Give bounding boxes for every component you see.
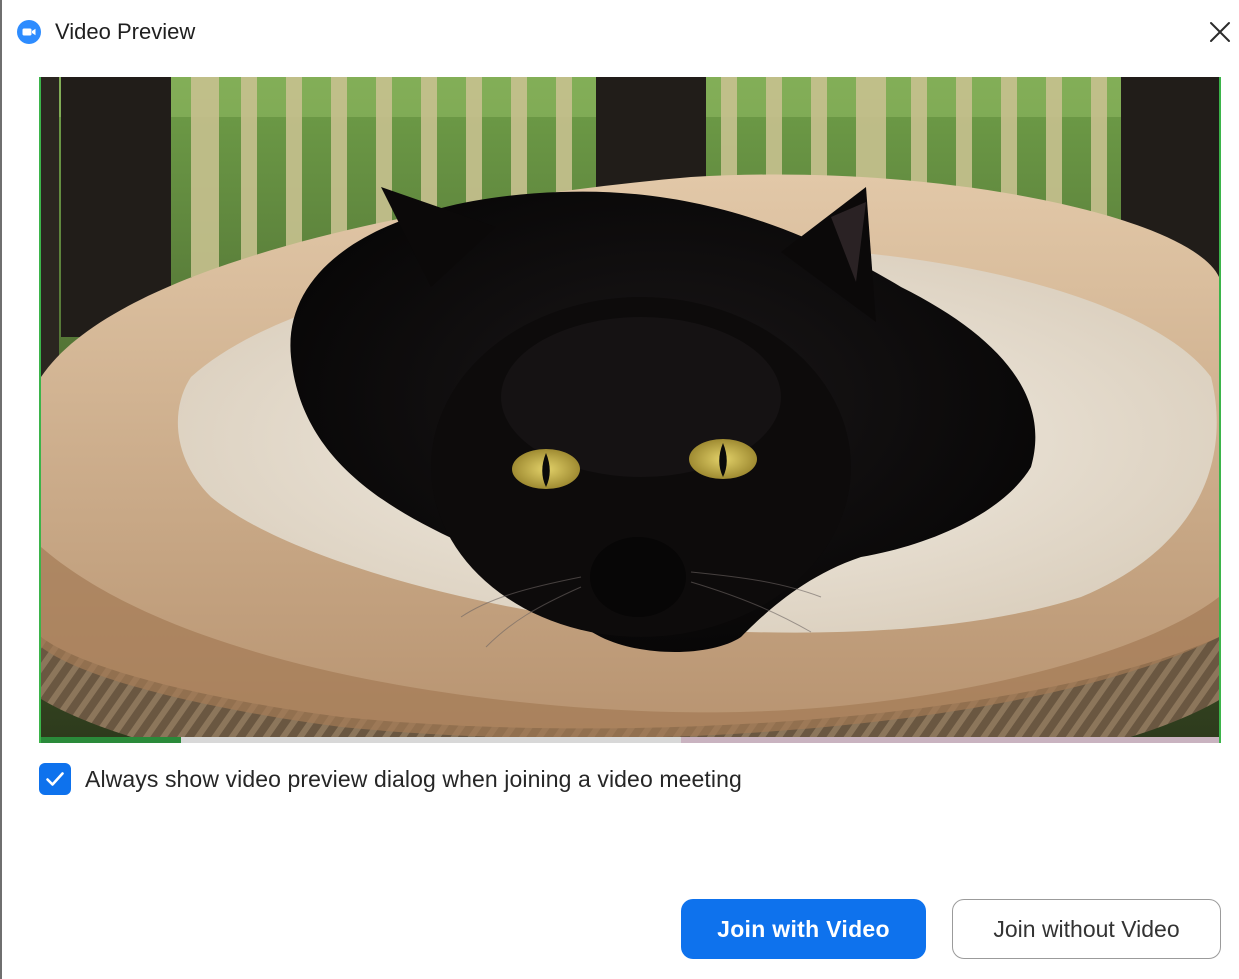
checkmark-icon bbox=[46, 772, 64, 786]
close-icon bbox=[1210, 22, 1230, 42]
join-without-video-button[interactable]: Join without Video bbox=[952, 899, 1221, 959]
video-preview-dialog: Video Preview Always show video preview … bbox=[0, 0, 1239, 979]
always-show-preview-checkbox[interactable] bbox=[39, 763, 71, 795]
window-left-border bbox=[0, 0, 2, 979]
always-show-preview-option: Always show video preview dialog when jo… bbox=[39, 762, 742, 796]
join-with-video-button[interactable]: Join with Video bbox=[681, 899, 926, 959]
video-preview-feed bbox=[39, 77, 1221, 743]
camera-feed-image bbox=[41, 77, 1219, 743]
close-button[interactable] bbox=[1202, 14, 1238, 50]
window-title: Video Preview bbox=[55, 19, 196, 44]
title-bar: Video Preview bbox=[0, 0, 1239, 62]
zoom-camera-icon bbox=[17, 20, 41, 44]
always-show-preview-label: Always show video preview dialog when jo… bbox=[85, 765, 742, 792]
